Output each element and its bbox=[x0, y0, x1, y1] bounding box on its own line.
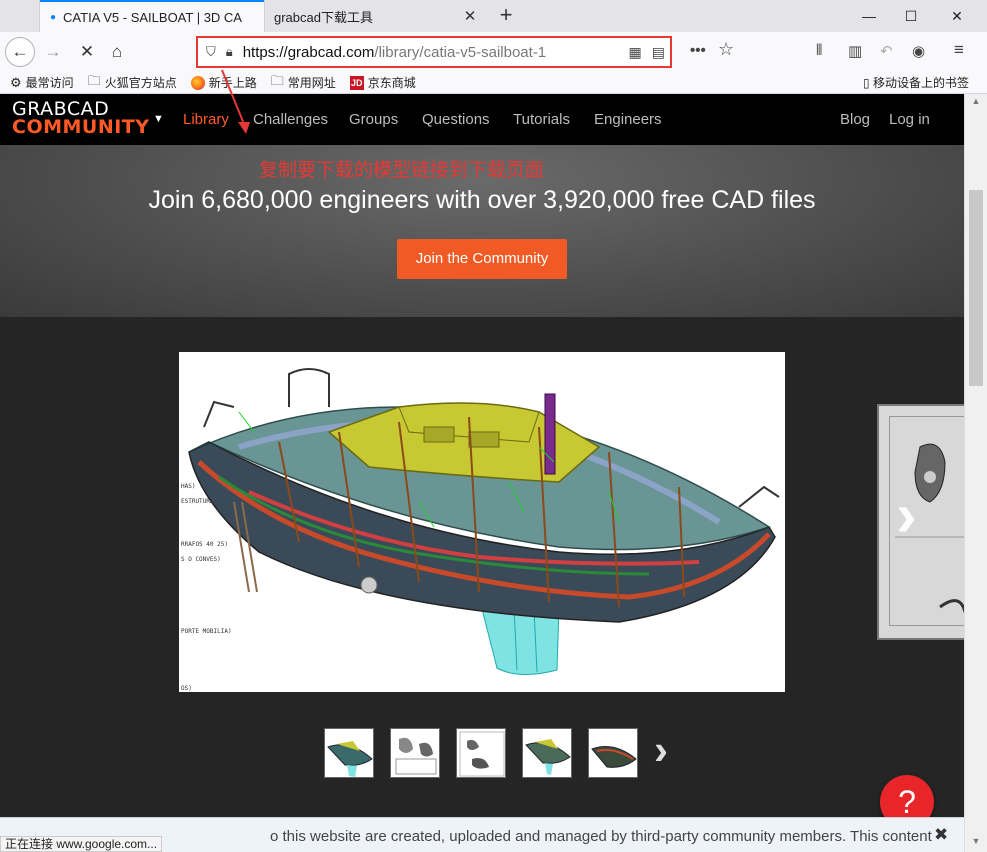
tab-strip: ● CATIA V5 - SAILBOAT | 3D CA grabcad下载工… bbox=[0, 0, 987, 32]
scrollbar-thumb[interactable] bbox=[969, 190, 983, 386]
sailboat-model-image[interactable]: HAS) ESTRUTURA) RRAFOS 40 25) S O CONVES… bbox=[179, 352, 785, 692]
bookmark-label: 火狐官方站点 bbox=[104, 76, 177, 90]
sidebar-icon[interactable]: ▥ bbox=[848, 42, 862, 60]
annotation-text: 复制要下载的模型链接到下载页面 bbox=[259, 160, 545, 181]
thumbnail-drawing-2 bbox=[459, 731, 505, 777]
model-gallery: HAS) ESTRUTURA) RRAFOS 40 25) S O CONVES… bbox=[0, 317, 964, 852]
url-domain: https://grabcad.com bbox=[242, 43, 375, 61]
nav-engineers[interactable]: Engineers bbox=[594, 111, 662, 128]
join-community-button[interactable]: Join the Community bbox=[397, 239, 567, 279]
hero-banner: 复制要下载的模型链接到下载页面 Join 6,680,000 engineers… bbox=[0, 145, 964, 317]
thumbnail-1[interactable] bbox=[324, 728, 374, 778]
page-scrollbar[interactable]: ▲ ▼ bbox=[964, 94, 987, 852]
close-notice-icon[interactable]: ✖ bbox=[934, 825, 948, 845]
bookmark-most-visited[interactable]: ⚙ 最常访问 bbox=[10, 74, 74, 91]
folder-icon: 🗀 bbox=[87, 72, 101, 88]
notice-text: o this website are created, uploaded and… bbox=[270, 828, 932, 845]
forward-icon[interactable]: → bbox=[38, 37, 68, 67]
lock-icon[interactable]: 🔒︎ bbox=[226, 44, 233, 60]
page-content: GRABCAD COMMUNITY ▼ Library Challenges G… bbox=[0, 94, 964, 852]
bookmarks-toolbar: ⚙ 最常访问 🗀 火狐官方站点 新手上路 🗀 常用网址 JD 京东商城 ▯ 移动… bbox=[0, 72, 987, 94]
thumbnail-2[interactable] bbox=[390, 728, 440, 778]
thumbnail-drawing-1 bbox=[395, 737, 437, 775]
annotation-arrow-icon bbox=[221, 69, 250, 134]
qr-icon[interactable]: ▦ bbox=[629, 44, 642, 61]
reader-icon[interactable]: ▤ bbox=[652, 44, 665, 61]
jd-icon: JD bbox=[349, 75, 364, 90]
new-tab-button[interactable]: + bbox=[494, 4, 518, 28]
scroll-down-arrow-icon[interactable]: ▼ bbox=[965, 836, 987, 846]
thumbnail-4[interactable] bbox=[522, 728, 572, 778]
undo-icon[interactable]: ↶ bbox=[880, 42, 893, 60]
mobile-bookmarks-label: 移动设备上的书签 bbox=[872, 76, 969, 90]
drawing-label: PORTE MOBILIA) bbox=[181, 628, 232, 635]
account-icon[interactable]: ◉ bbox=[912, 42, 925, 60]
bookmark-label: 常用网址 bbox=[287, 76, 336, 90]
grabcad-logo[interactable]: GRABCAD COMMUNITY bbox=[12, 100, 150, 138]
mobile-bookmarks[interactable]: ▯ 移动设备上的书签 bbox=[863, 74, 969, 91]
thumbnail-3[interactable] bbox=[456, 728, 506, 778]
gear-icon: ⚙ bbox=[10, 74, 22, 90]
nav-questions[interactable]: Questions bbox=[422, 111, 490, 128]
nav-groups[interactable]: Groups bbox=[349, 111, 398, 128]
mobile-icon: ▯ bbox=[863, 76, 870, 90]
close-tab-icon[interactable]: ✕ bbox=[462, 7, 478, 25]
library-icon[interactable]: ⫴ bbox=[816, 42, 822, 59]
tab-grabcad-tool[interactable]: grabcad下载工具 ✕ bbox=[264, 0, 488, 32]
minimize-button[interactable]: — bbox=[846, 0, 892, 32]
caret-down-icon[interactable]: ▼ bbox=[153, 113, 164, 125]
url-text[interactable]: https://grabcad.com/library/catia-v5-sai… bbox=[243, 44, 624, 61]
home-icon[interactable]: ⌂ bbox=[102, 37, 132, 67]
drawing-label: S O CONVES) bbox=[181, 556, 221, 563]
maximize-button[interactable]: ☐ bbox=[888, 0, 934, 32]
navigation-toolbar: ← → ✕ ⌂ ⛉ 🔒︎ https://grabcad.com/library… bbox=[0, 32, 987, 72]
url-path: /library/catia-v5-sailboat-1 bbox=[374, 43, 547, 61]
more-icon[interactable]: ••• bbox=[690, 42, 706, 59]
logo-community: COMMUNITY bbox=[12, 116, 150, 138]
bookmark-firefox-site[interactable]: 🗀 火狐官方站点 bbox=[88, 72, 177, 94]
nav-login[interactable]: Log in bbox=[889, 111, 930, 128]
shield-icon[interactable]: ⛉ bbox=[206, 44, 216, 60]
minimize-button-2[interactable]: ✕ bbox=[934, 0, 980, 32]
hero-title: Join 6,680,000 engineers with over 3,920… bbox=[148, 186, 816, 214]
bookmark-jd[interactable]: JD 京东商城 bbox=[349, 74, 416, 91]
drawing-label: OS) bbox=[181, 685, 192, 692]
tab-sailboat[interactable]: ● CATIA V5 - SAILBOAT | 3D CA bbox=[40, 0, 264, 32]
thumbnail-5[interactable] bbox=[588, 728, 638, 778]
nav-tutorials[interactable]: Tutorials bbox=[513, 111, 570, 128]
star-icon[interactable]: ☆ bbox=[718, 39, 734, 60]
drawing-label: HAS) bbox=[181, 483, 195, 490]
tab-title: CATIA V5 - SAILBOAT | 3D CA bbox=[63, 9, 242, 25]
thumbnail-sailboat-2 bbox=[525, 739, 571, 775]
menu-icon[interactable]: ≡ bbox=[954, 40, 964, 60]
next-image-arrow-icon[interactable]: › bbox=[896, 485, 917, 547]
scroll-up-arrow-icon[interactable]: ▲ bbox=[965, 96, 987, 106]
bookmark-common-sites[interactable]: 🗀 常用网址 bbox=[271, 72, 336, 94]
tab-title: grabcad下载工具 bbox=[274, 9, 373, 25]
next-model-preview[interactable] bbox=[877, 404, 964, 640]
drawing-label: RRAFOS 40 25) bbox=[181, 541, 228, 548]
thumbnail-sailboat bbox=[327, 741, 373, 777]
back-icon[interactable]: ← bbox=[5, 37, 35, 67]
thumbnails-next-arrow-icon[interactable]: › bbox=[654, 726, 668, 774]
folder-icon: 🗀 bbox=[270, 72, 284, 88]
nav-blog[interactable]: Blog bbox=[840, 111, 870, 128]
status-bar: 正在连接 www.google.com... bbox=[0, 836, 163, 852]
bookmark-label: 最常访问 bbox=[25, 76, 74, 90]
bookmark-label: 京东商城 bbox=[367, 76, 416, 90]
loading-dot-icon: ● bbox=[50, 11, 57, 23]
stop-icon[interactable]: ✕ bbox=[72, 37, 102, 67]
site-header: GRABCAD COMMUNITY ▼ Library Challenges G… bbox=[0, 94, 964, 145]
sailboat-drawing: HAS) ESTRUTURA) RRAFOS 40 25) S O CONVES… bbox=[181, 368, 780, 692]
thumbnail-hull-frame bbox=[591, 746, 637, 768]
